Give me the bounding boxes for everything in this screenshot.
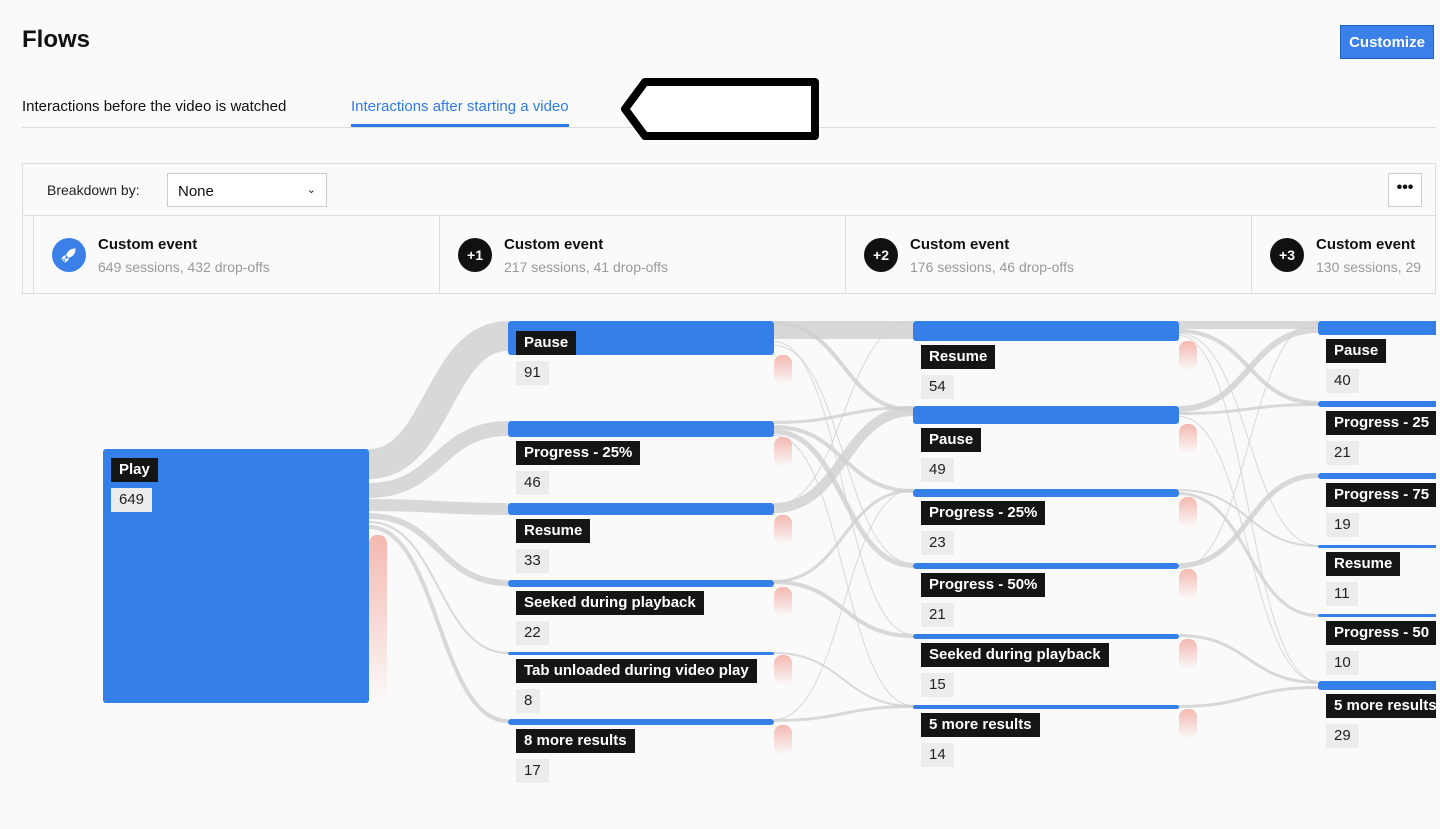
flow-node[interactable]	[508, 719, 774, 725]
node-value: 8	[516, 689, 541, 713]
node-label: Progress - 25%	[921, 501, 1046, 525]
flow-node[interactable]	[913, 321, 1179, 341]
flow-node[interactable]	[913, 705, 1179, 709]
node-label: 5 more results	[921, 713, 1040, 737]
node-label: Progress - 25	[1326, 411, 1436, 435]
node-value: 29	[1326, 724, 1359, 748]
flow-node[interactable]	[1318, 614, 1436, 617]
flow-node[interactable]	[508, 503, 774, 515]
node-label: Progress - 25%	[516, 441, 641, 465]
node-label: Play	[111, 458, 158, 482]
node-value: 21	[921, 603, 954, 627]
node-value: 91	[516, 361, 549, 385]
node-value: 10	[1326, 651, 1359, 675]
node-value: 33	[516, 549, 549, 573]
flow-node[interactable]	[1318, 681, 1436, 690]
flow-node[interactable]	[913, 489, 1179, 497]
flow-node[interactable]	[508, 421, 774, 437]
node-label: Pause	[516, 331, 577, 355]
node-value: 21	[1326, 441, 1359, 465]
node-label: Progress - 50	[1326, 621, 1436, 645]
node-value: 23	[921, 531, 954, 555]
node-label: Seeked during playback	[921, 643, 1109, 667]
flow-node[interactable]	[913, 563, 1179, 569]
node-value: 649	[111, 488, 153, 512]
flow-node[interactable]	[1318, 321, 1436, 335]
node-value: 15	[921, 673, 954, 697]
node-value: 11	[1326, 582, 1358, 606]
node-label: Resume	[921, 345, 996, 369]
flow-node[interactable]	[508, 580, 774, 587]
node-label: Resume	[516, 519, 591, 543]
node-value: 46	[516, 471, 549, 495]
node-value: 49	[921, 458, 954, 482]
node-value: 54	[921, 375, 954, 399]
node-label: Tab unloaded during video play	[516, 659, 757, 683]
node-label: Progress - 75	[1326, 483, 1436, 507]
node-label: Progress - 50%	[921, 573, 1046, 597]
node-value: 22	[516, 621, 549, 645]
node-label: Pause	[1326, 339, 1387, 363]
flow-node[interactable]	[913, 406, 1179, 424]
flow-node[interactable]	[1318, 545, 1436, 548]
node-label: 5 more results	[1326, 694, 1436, 718]
flow-nodes: Play 649 Pause 91 Progress - 25% 46 Resume 33 Se…	[0, 0, 1436, 829]
node-value: 14	[921, 743, 954, 767]
flow-node[interactable]	[1318, 401, 1436, 407]
node-label: 8 more results	[516, 729, 635, 753]
flow-node[interactable]	[913, 634, 1179, 639]
node-label: Resume	[1326, 552, 1401, 576]
node-value: 19	[1326, 513, 1359, 537]
node-label: Pause	[921, 428, 982, 452]
flow-node[interactable]	[508, 652, 774, 655]
node-label: Seeked during playback	[516, 591, 704, 615]
node-value: 17	[516, 759, 549, 783]
flow-node[interactable]	[1318, 473, 1436, 479]
node-value: 40	[1326, 369, 1359, 393]
